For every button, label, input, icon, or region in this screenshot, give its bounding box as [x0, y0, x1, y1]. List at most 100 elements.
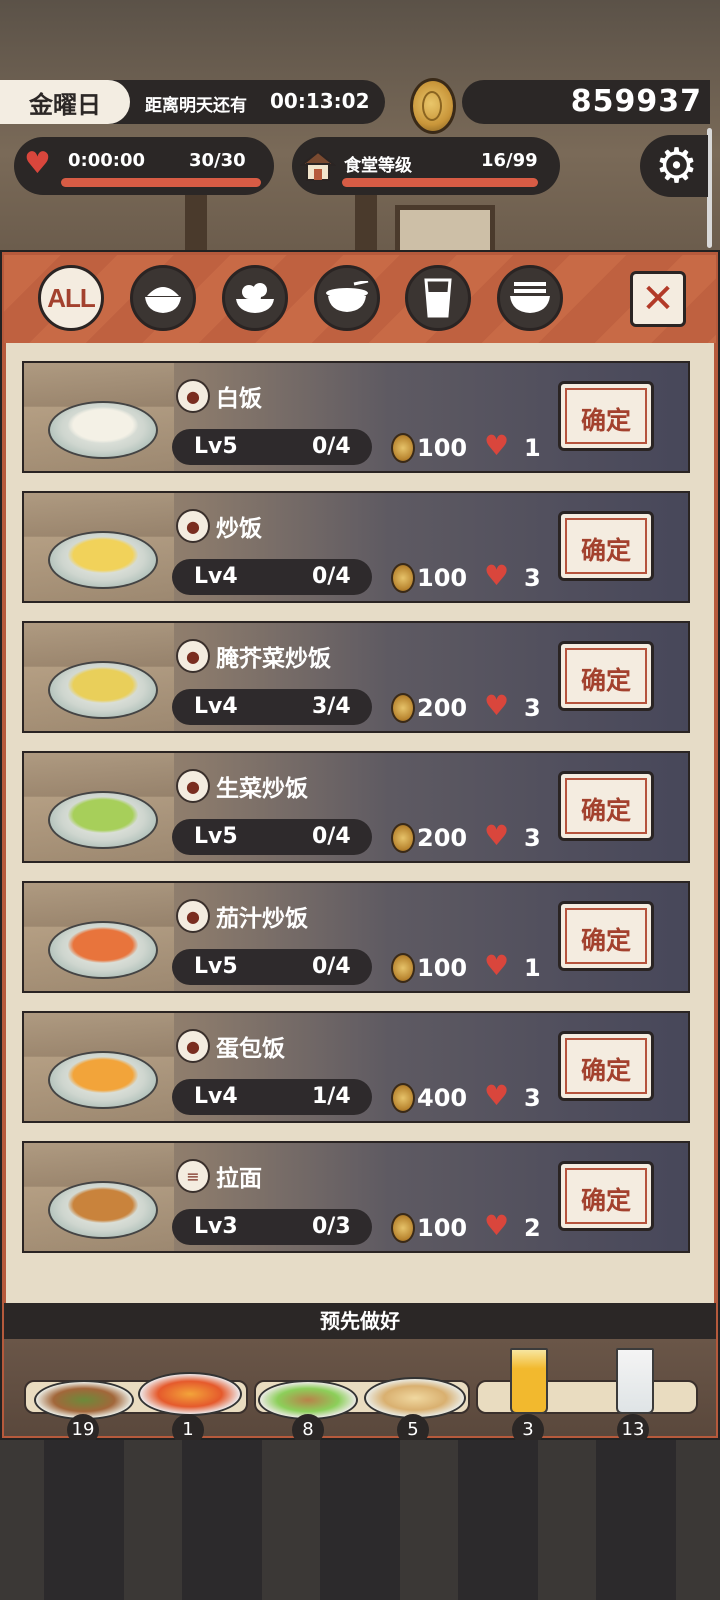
confirm-button[interactable]: 确定	[558, 511, 654, 581]
soup-bowl-icon	[326, 281, 369, 312]
recipe-hearts: 2	[524, 1214, 541, 1242]
recipe-name: 炒饭	[216, 516, 262, 542]
tab-noodle[interactable]	[497, 265, 563, 331]
heart-icon: ♥	[24, 146, 51, 181]
tab-rice[interactable]	[130, 265, 196, 331]
food-image	[68, 927, 138, 963]
heart-icon: ♥	[484, 1209, 510, 1242]
premade-title: 预先做好	[4, 1303, 716, 1339]
recipe-row[interactable]: ● 蛋包饭 Lv4 1/4 400 ♥ 3 确定	[22, 1011, 690, 1123]
confirm-button[interactable]: 确定	[558, 1161, 654, 1231]
rice-bowl-icon: ●	[176, 769, 210, 803]
recipe-hearts: 3	[524, 1084, 541, 1112]
confirm-button[interactable]: 确定	[558, 381, 654, 451]
recipe-row[interactable]: ● 腌芥菜炒饭 Lv4 3/4 200 ♥ 3 确定	[22, 621, 690, 733]
recipe-progress: 0/4	[312, 824, 351, 849]
recipe-row[interactable]: ● 炒饭 Lv4 0/4 100 ♥ 3 确定	[22, 491, 690, 603]
nav-slot[interactable]	[320, 1440, 400, 1600]
food-image	[68, 537, 138, 573]
money-value: 859937	[570, 84, 702, 119]
nav-slot[interactable]	[182, 1440, 262, 1600]
all-label: ALL	[47, 282, 96, 313]
canteen-bar	[342, 178, 538, 187]
recipe-row[interactable]: ● 生菜炒饭 Lv5 0/4 200 ♥ 3 确定	[22, 751, 690, 863]
dish-image	[48, 401, 158, 459]
tab-all[interactable]: ALL	[38, 265, 104, 331]
coin-icon	[391, 953, 415, 983]
confirm-button[interactable]: 确定	[558, 901, 654, 971]
recipe-price: 200	[417, 824, 468, 852]
recipe-name: 白饭	[216, 386, 262, 412]
coin-icon	[410, 78, 456, 134]
heart-icon: ♥	[484, 1079, 510, 1112]
confirm-button[interactable]: 确定	[558, 1031, 654, 1101]
weekday-label: 金曜日	[0, 80, 130, 124]
drink-glass-icon	[424, 278, 452, 318]
recipe-hearts: 1	[524, 434, 541, 462]
rice-bowl-icon: ●	[176, 899, 210, 933]
recipe-hearts: 3	[524, 694, 541, 722]
confirm-label: 确定	[580, 666, 631, 695]
food-image	[68, 1187, 138, 1223]
canteen-value: 16/99	[481, 150, 538, 171]
close-icon: ✕	[641, 276, 675, 322]
close-button[interactable]: ✕	[630, 271, 686, 327]
heart-icon: ♥	[484, 949, 510, 982]
rice-bowl-icon: ●	[176, 509, 210, 543]
food-image	[68, 667, 138, 703]
premade-drink-water[interactable]	[616, 1348, 654, 1414]
rice-bowl-icon	[145, 287, 181, 313]
confirm-button[interactable]: 确定	[558, 641, 654, 711]
heart-icon: ♥	[484, 819, 510, 852]
recipe-row[interactable]: ● 茄汁炒饭 Lv5 0/4 100 ♥ 1 确定	[22, 881, 690, 993]
heart-bar	[61, 178, 261, 187]
countdown-label: 距离明天还有	[145, 96, 247, 116]
recipe-price: 100	[417, 564, 468, 592]
coin-icon	[391, 433, 415, 463]
countdown-time: 00:13:02	[270, 89, 370, 113]
background-scene	[0, 0, 720, 270]
nav-slot[interactable]	[458, 1440, 538, 1600]
food-image	[68, 797, 138, 833]
confirm-label: 确定	[580, 926, 631, 955]
premade-drink-juice[interactable]	[510, 1348, 548, 1414]
recipe-price: 100	[417, 434, 468, 462]
recipe-row[interactable]: ● 白饭 Lv5 0/4 100 ♥ 1 确定	[22, 361, 690, 473]
confirm-button[interactable]: 确定	[558, 771, 654, 841]
dish-image	[48, 1181, 158, 1239]
rice-bowl-icon: ●	[176, 1029, 210, 1063]
nav-slot[interactable]	[596, 1440, 676, 1600]
food-image	[68, 1057, 138, 1093]
premade-dish-omurice[interactable]	[138, 1372, 242, 1416]
recipe-hearts: 3	[524, 824, 541, 852]
dish-image	[48, 661, 158, 719]
heart-icon: ♥	[484, 559, 510, 592]
dish-image	[48, 921, 158, 979]
confirm-label: 确定	[580, 1186, 631, 1215]
recipe-name: 蛋包饭	[216, 1036, 285, 1062]
recipe-level: Lv4	[194, 1084, 238, 1109]
recipe-name: 拉面	[216, 1166, 262, 1192]
recipe-progress: 3/4	[312, 694, 351, 719]
tab-side[interactable]	[222, 265, 288, 331]
dish-image	[48, 791, 158, 849]
coin-icon	[391, 1213, 415, 1243]
confirm-label: 确定	[580, 406, 631, 435]
coin-icon	[391, 1083, 415, 1113]
recipe-name: 腌芥菜炒饭	[216, 646, 331, 672]
premade-dish-gyoza[interactable]	[364, 1377, 466, 1419]
nav-slot[interactable]	[44, 1440, 124, 1600]
gear-icon[interactable]: ⚙	[655, 140, 698, 192]
food-image	[68, 407, 138, 443]
recipe-row[interactable]: ≡ 拉面 Lv3 0/3 100 ♥ 2 确定	[22, 1141, 690, 1253]
recipe-progress: 1/4	[312, 1084, 351, 1109]
rice-bowl-icon: ●	[176, 379, 210, 413]
recipe-level: Lv5	[194, 954, 238, 979]
tab-soup[interactable]	[314, 265, 380, 331]
recipe-level: Lv4	[194, 694, 238, 719]
tab-drink[interactable]	[405, 265, 471, 331]
dish-image	[48, 531, 158, 589]
noodle-bowl-icon	[510, 282, 550, 313]
coin-icon	[391, 693, 415, 723]
side-dish-icon	[236, 283, 274, 313]
